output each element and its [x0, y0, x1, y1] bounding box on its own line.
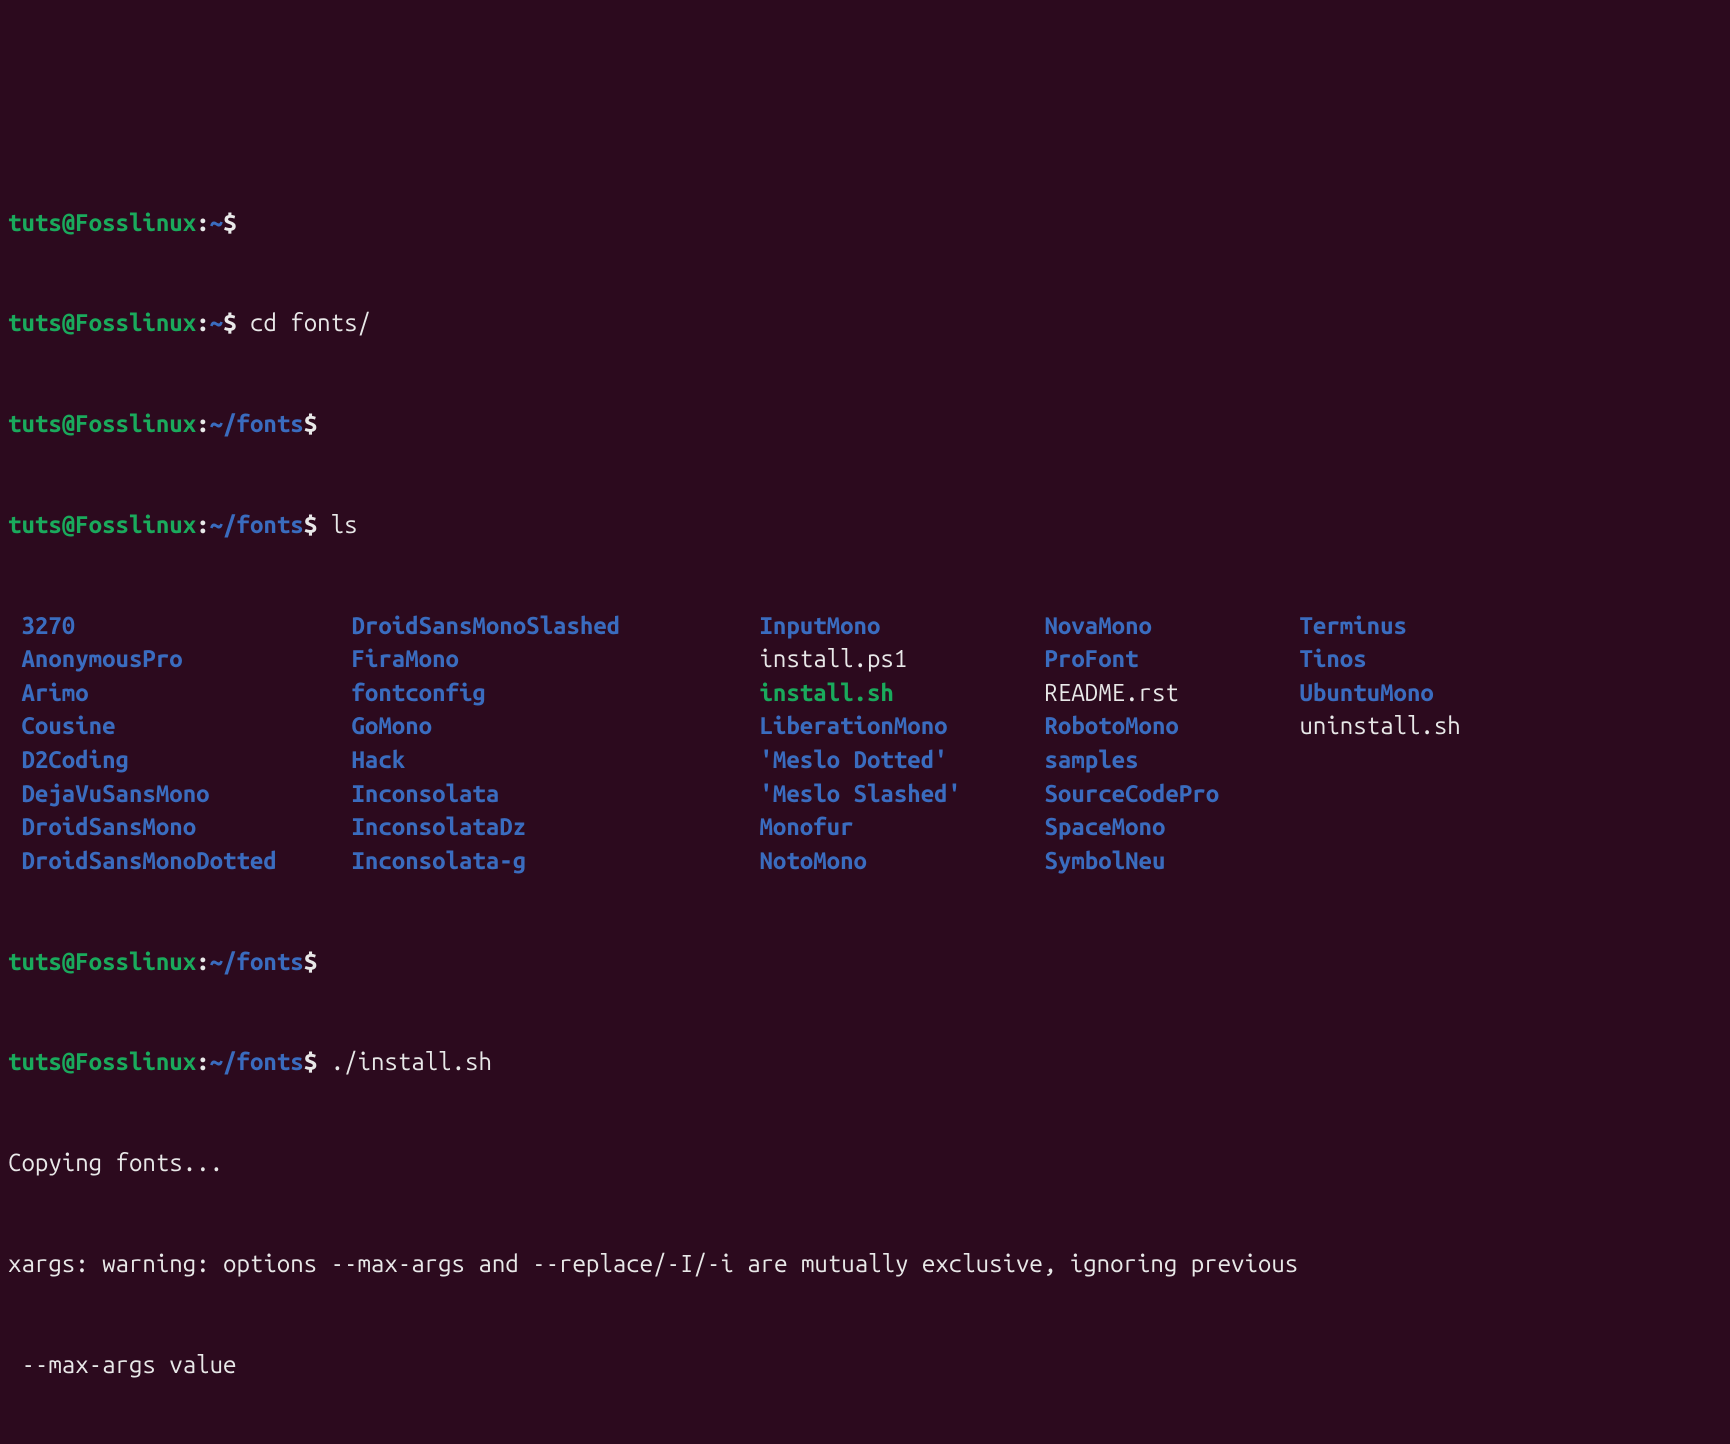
prompt-path: ~: [210, 309, 223, 336]
ls-entry: Terminus: [1299, 612, 1407, 639]
command-text: ls: [331, 511, 358, 538]
prompt-line: tuts@Fosslinux:~/fonts$: [8, 407, 1722, 441]
ls-entry: Arimo: [21, 679, 88, 706]
prompt-user: tuts@Fosslinux: [8, 511, 196, 538]
ls-entry: UbuntuMono: [1299, 679, 1433, 706]
ls-entry: fontconfig: [351, 679, 485, 706]
prompt-line: tuts@Fosslinux:~$ cd fonts/: [8, 306, 1722, 340]
ls-entry: install.sh: [759, 679, 893, 706]
ls-entry: DejaVuSansMono: [21, 780, 209, 807]
ls-entry: samples: [1044, 746, 1138, 773]
ls-entry: LiberationMono: [759, 712, 947, 739]
prompt-path: ~/fonts: [210, 1048, 304, 1075]
command-text: ./install.sh: [331, 1048, 492, 1075]
output-line: Copying fonts...: [8, 1146, 1722, 1180]
command-text: cd fonts/: [250, 309, 371, 336]
ls-entry: Tinos: [1299, 645, 1366, 672]
ls-entry: NotoMono: [759, 847, 867, 874]
ls-entry: SourceCodePro: [1044, 780, 1219, 807]
ls-entry: 'Meslo Dotted': [759, 746, 947, 773]
ls-entry: AnonymousPro: [21, 645, 182, 672]
ls-entry: DroidSansMono: [21, 813, 196, 840]
prompt-path: ~/fonts: [210, 511, 304, 538]
ls-output: 3270 AnonymousPro Arimo Cousine D2Coding…: [8, 609, 1722, 878]
prompt-user: tuts@Fosslinux: [8, 309, 196, 336]
ls-entry: GoMono: [351, 712, 432, 739]
prompt-line: tuts@Fosslinux:~$: [8, 206, 1722, 240]
ls-entry: ProFont: [1044, 645, 1138, 672]
prompt-path: ~/fonts: [210, 948, 304, 975]
ls-entry: 3270: [21, 612, 75, 639]
ls-entry: Cousine: [21, 712, 115, 739]
ls-entry: Inconsolata-g: [351, 847, 526, 874]
prompt-line: tuts@Fosslinux:~/fonts$: [8, 945, 1722, 979]
ls-entry: NovaMono: [1044, 612, 1152, 639]
ls-entry: InconsolataDz: [351, 813, 526, 840]
prompt-user: tuts@Fosslinux: [8, 410, 196, 437]
ls-entry: SpaceMono: [1044, 813, 1165, 840]
ls-entry: FiraMono: [351, 645, 459, 672]
ls-entry: Inconsolata: [351, 780, 499, 807]
ls-entry: D2Coding: [21, 746, 129, 773]
ls-entry: README.rst: [1044, 679, 1178, 706]
ls-column: DroidSansMonoSlashed FiraMono fontconfig…: [338, 609, 746, 878]
ls-column: InputMono install.ps1 install.sh Liberat…: [746, 609, 1031, 878]
ls-entry: DroidSansMonoSlashed: [351, 612, 620, 639]
ls-entry: DroidSansMonoDotted: [21, 847, 276, 874]
prompt-path: ~/fonts: [210, 410, 304, 437]
ls-entry: 'Meslo Slashed': [759, 780, 961, 807]
ls-column: Terminus Tinos UbuntuMono uninstall.sh: [1286, 609, 1461, 743]
ls-entry: RobotoMono: [1044, 712, 1178, 739]
prompt-line: tuts@Fosslinux:~/fonts$ ls: [8, 508, 1722, 542]
prompt-line: tuts@Fosslinux:~/fonts$ ./install.sh: [8, 1045, 1722, 1079]
ls-entry: install.ps1: [759, 645, 907, 672]
ls-entry: Hack: [351, 746, 405, 773]
ls-entry: uninstall.sh: [1299, 712, 1460, 739]
ls-entry: Monofur: [759, 813, 853, 840]
ls-column: NovaMono ProFont README.rst RobotoMono s…: [1031, 609, 1286, 878]
prompt-user: tuts@Fosslinux: [8, 209, 196, 236]
output-line: xargs: warning: options --max-args and -…: [8, 1247, 1722, 1281]
output-line: --max-args value: [8, 1348, 1722, 1382]
ls-entry: InputMono: [759, 612, 880, 639]
prompt-path: ~: [210, 209, 223, 236]
ls-column: 3270 AnonymousPro Arimo Cousine D2Coding…: [8, 609, 338, 878]
ls-entry: SymbolNeu: [1044, 847, 1165, 874]
prompt-user: tuts@Fosslinux: [8, 948, 196, 975]
terminal[interactable]: tuts@Fosslinux:~$ tuts@Fosslinux:~$ cd f…: [8, 138, 1722, 1444]
prompt-user: tuts@Fosslinux: [8, 1048, 196, 1075]
